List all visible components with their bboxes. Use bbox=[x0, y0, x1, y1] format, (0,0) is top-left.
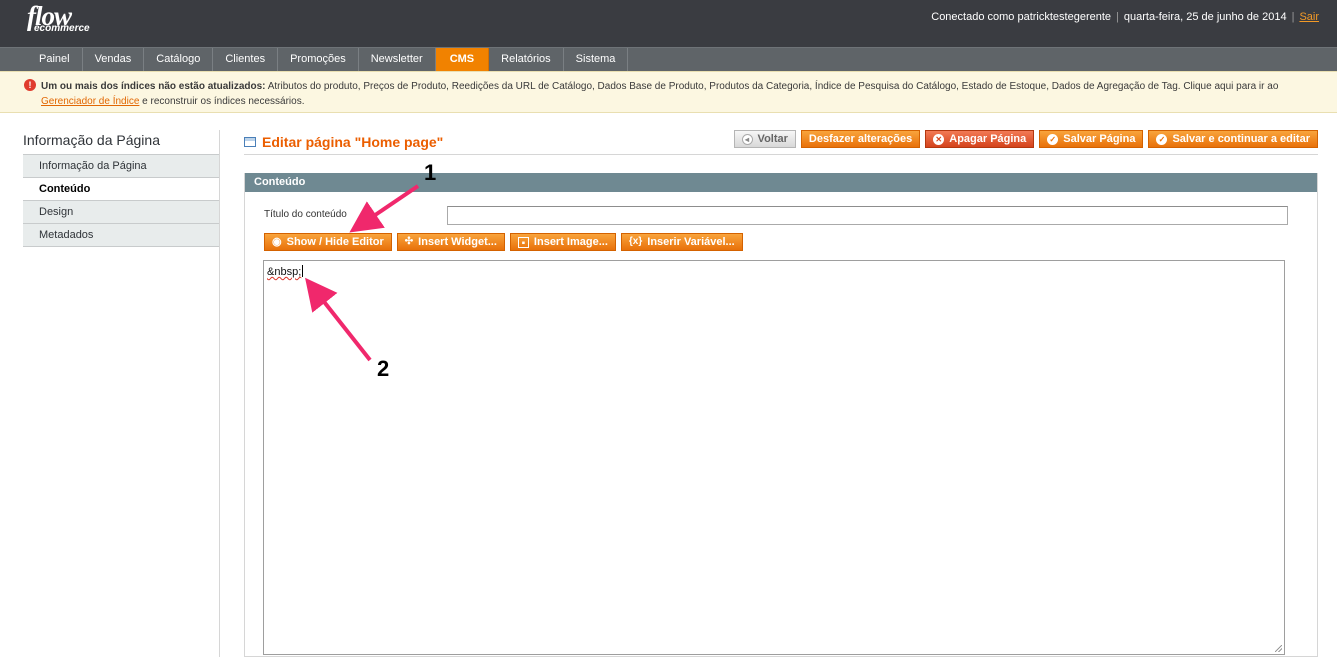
content-heading-input[interactable] bbox=[447, 206, 1288, 225]
save-continue-button[interactable]: ✓ Salvar e continuar a editar bbox=[1148, 130, 1318, 148]
index-manager-link[interactable]: Gerenciador de Índice bbox=[41, 96, 139, 107]
index-warning-message: ! Um ou mais dos índices não estão atual… bbox=[0, 71, 1337, 113]
sidebar-item-metadata[interactable]: Metadados bbox=[23, 224, 220, 247]
annotation-number-1: 1 bbox=[424, 160, 437, 185]
nav-item-sistema[interactable]: Sistema bbox=[564, 48, 629, 71]
show-hide-label: Show / Hide Editor bbox=[286, 236, 384, 248]
check-icon: ✓ bbox=[1156, 133, 1168, 145]
sidebar-item-design[interactable]: Design bbox=[23, 201, 220, 224]
check-icon: ✓ bbox=[1047, 133, 1059, 145]
current-date: quarta-feira, 25 de junho de 2014 bbox=[1123, 11, 1287, 23]
header-user-info: Conectado como patricktestegerente | quart… bbox=[931, 11, 1319, 23]
back-button[interactable]: ◂ Voltar bbox=[733, 130, 796, 148]
nav-item-vendas[interactable]: Vendas bbox=[83, 48, 145, 71]
content-fieldset: Conteúdo Título do conteúdo ◉ Show / Hide… bbox=[244, 173, 1318, 657]
sidebar-title: Informação da Página bbox=[23, 132, 160, 148]
insert-variable-label: Inserir Variável... bbox=[647, 236, 735, 248]
separator: | bbox=[1116, 11, 1119, 23]
sidebar-tabs: Informação da Página Conteúdo Design Met… bbox=[23, 154, 220, 247]
nav-item-promocoes[interactable]: Promoções bbox=[278, 48, 359, 71]
reset-button[interactable]: Desfazer alterações bbox=[800, 130, 921, 148]
logout-link[interactable]: Sair bbox=[1299, 11, 1319, 23]
content-editor-textarea[interactable]: &nbsp; bbox=[263, 260, 1285, 655]
delete-page-button[interactable]: ✕ Apagar Página bbox=[925, 130, 1035, 148]
admin-header: flow ecommerce Conectado como patricktes… bbox=[0, 0, 1337, 47]
insert-image-button[interactable]: ▪ Insert Image... bbox=[509, 233, 616, 251]
save-button-label: Salvar Página bbox=[1063, 133, 1136, 145]
insert-widget-label: Insert Widget... bbox=[418, 236, 497, 248]
text-caret bbox=[302, 265, 304, 277]
nav-item-cms[interactable]: CMS bbox=[435, 48, 490, 71]
nav-item-catalogo[interactable]: Catálogo bbox=[144, 48, 214, 71]
nav-item-painel[interactable]: Painel bbox=[27, 48, 83, 71]
editor-toolbar: ◉ Show / Hide Editor ✣ Insert Widget... ▪ I… bbox=[264, 233, 743, 251]
arrow-left-icon: ◂ bbox=[741, 133, 753, 145]
show-hide-editor-button[interactable]: ◉ Show / Hide Editor bbox=[264, 233, 392, 251]
warning-bold-text: Um ou mais dos índices não estão atualiz… bbox=[41, 81, 266, 92]
insert-variable-button[interactable]: {x} Inserir Variável... bbox=[620, 233, 743, 251]
content-heading-label: Título do conteúdo bbox=[264, 209, 347, 220]
variable-icon: {x} bbox=[628, 236, 643, 247]
page-title-text: Editar página "Home page" bbox=[262, 134, 444, 150]
back-button-label: Voltar bbox=[757, 133, 788, 145]
title-divider bbox=[244, 154, 1318, 155]
insert-image-label: Insert Image... bbox=[533, 236, 608, 248]
reset-button-label: Desfazer alterações bbox=[808, 133, 913, 145]
logged-in-text: Conectado como patricktestegerente bbox=[931, 11, 1112, 23]
flow-logo[interactable]: flow ecommerce bbox=[27, 3, 90, 34]
delete-icon: ✕ bbox=[933, 133, 945, 145]
delete-button-label: Apagar Página bbox=[949, 133, 1027, 145]
warning-icon: ! bbox=[24, 79, 36, 91]
separator: | bbox=[1291, 11, 1295, 23]
image-icon: ▪ bbox=[517, 236, 529, 249]
nav-item-clientes[interactable]: Clientes bbox=[213, 48, 279, 71]
annotation-number-2: 2 bbox=[377, 356, 390, 381]
save-page-button[interactable]: ✓ Salvar Página bbox=[1039, 130, 1144, 148]
sidebar-item-page-info[interactable]: Informação da Página bbox=[23, 155, 220, 178]
editor-text: &nbsp; bbox=[267, 266, 302, 278]
save-continue-button-label: Salvar e continuar a editar bbox=[1172, 133, 1310, 145]
insert-widget-button[interactable]: ✣ Insert Widget... bbox=[396, 233, 505, 251]
main-nav: Painel Vendas Catálogo Clientes Promoçõe… bbox=[0, 47, 1337, 71]
nav-item-relatorios[interactable]: Relatórios bbox=[489, 48, 564, 71]
sidebar-item-content[interactable]: Conteúdo bbox=[23, 178, 220, 201]
eye-icon: ◉ bbox=[272, 236, 282, 248]
content-section-header: Conteúdo bbox=[245, 173, 1317, 192]
resize-grip-icon[interactable] bbox=[1275, 645, 1282, 652]
page-sidebar: Informação da Página Informação da Págin… bbox=[23, 130, 220, 247]
page-title: Editar página "Home page" bbox=[244, 134, 443, 150]
widget-icon: ✣ bbox=[404, 236, 414, 247]
logo-sub-text: ecommerce bbox=[34, 23, 90, 34]
sidebar-divider bbox=[219, 130, 220, 657]
warning-text: Atributos do produto, Preços de Produto,… bbox=[265, 81, 1279, 92]
cms-page-icon bbox=[244, 137, 256, 147]
warning-tail-text: e reconstruir os índices necessários. bbox=[139, 96, 305, 107]
nav-item-newsletter[interactable]: Newsletter bbox=[359, 48, 436, 71]
page-actions: ◂ Voltar Desfazer alterações ✕ Apagar Pági… bbox=[733, 130, 1318, 148]
